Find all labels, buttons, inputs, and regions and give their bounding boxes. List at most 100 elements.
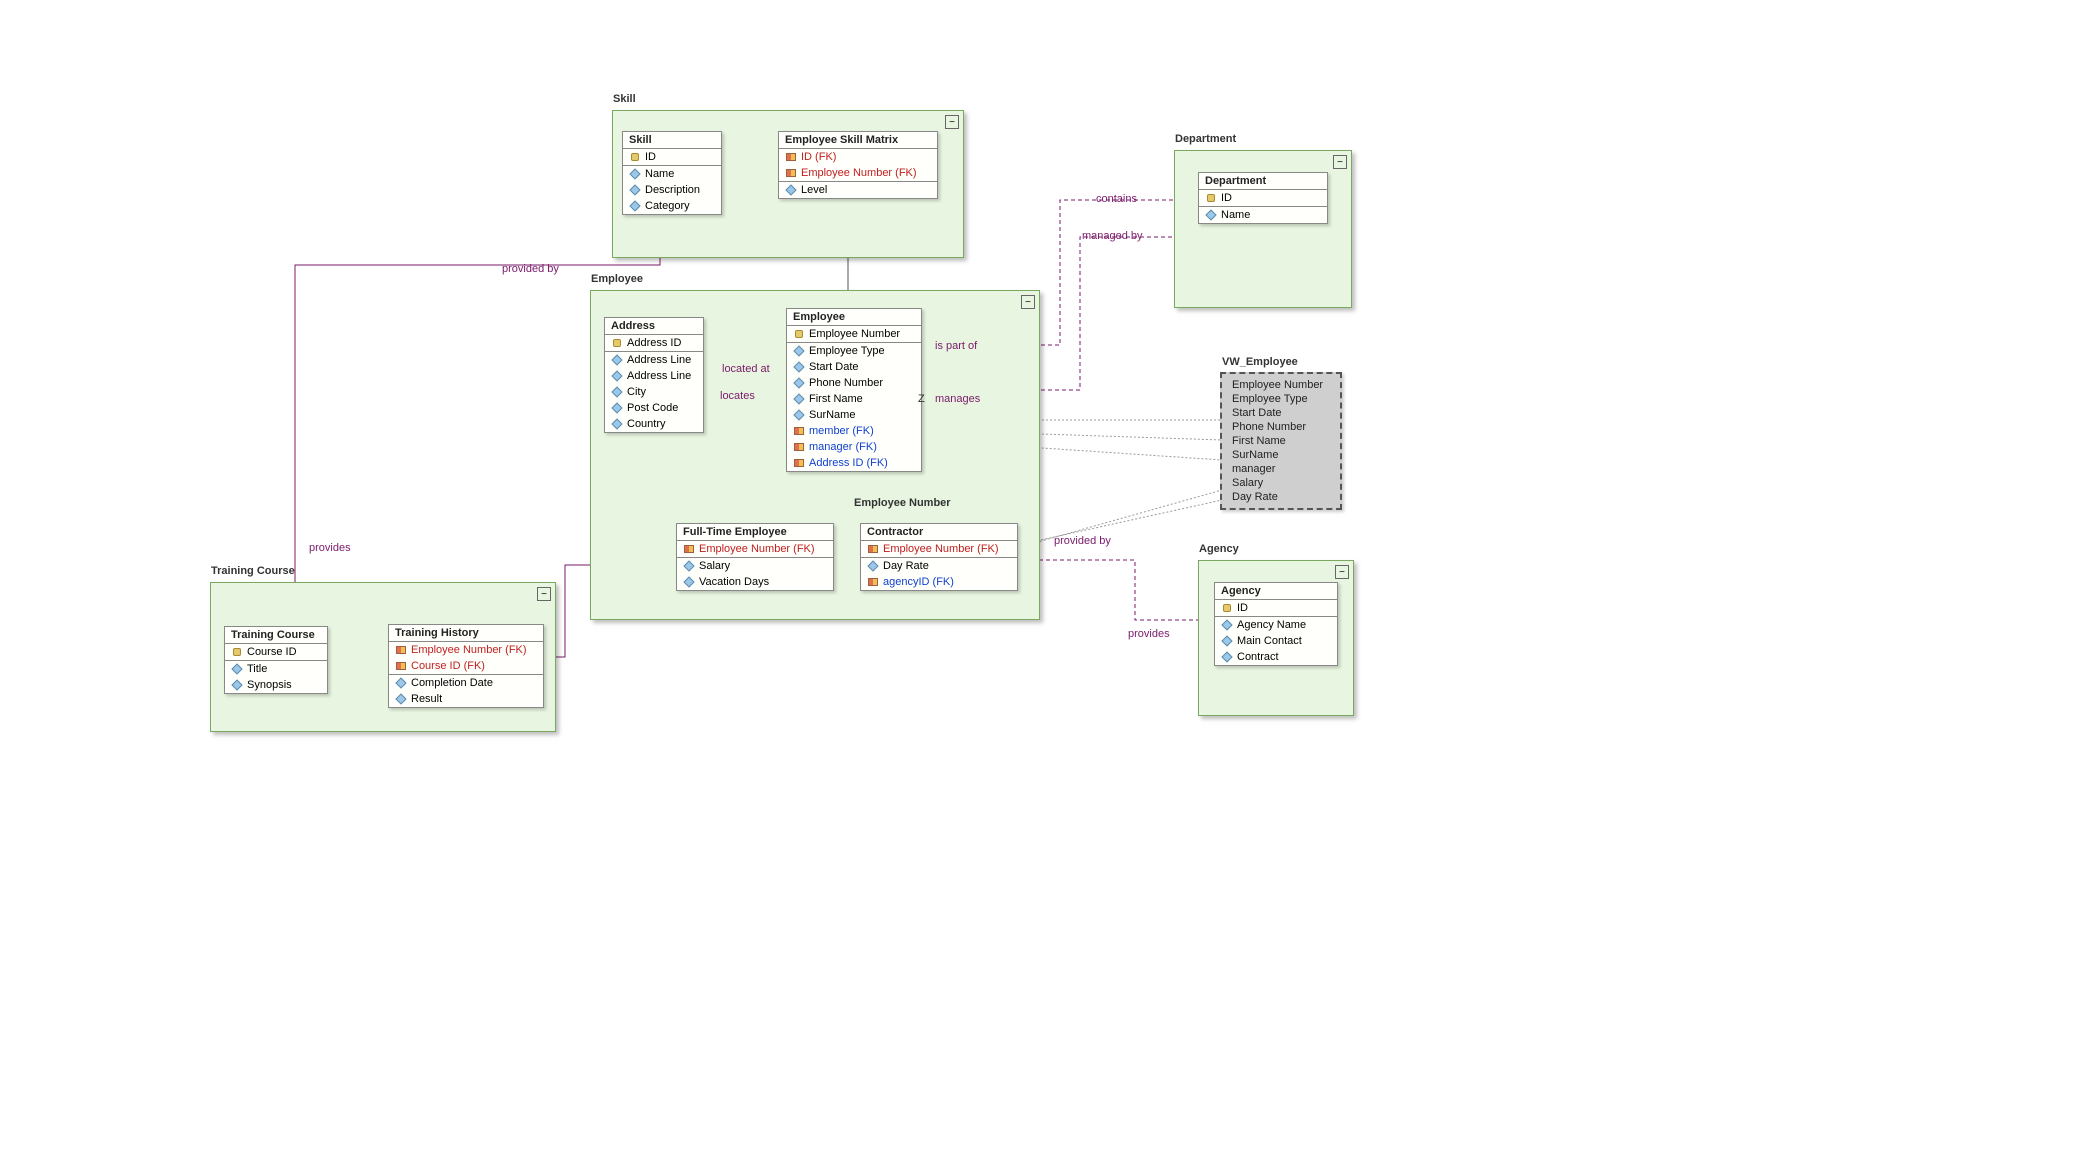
fk-icon xyxy=(793,425,805,437)
attr-label: Day Rate xyxy=(1232,491,1278,503)
collapse-icon[interactable]: − xyxy=(1335,565,1349,579)
attr-row: Employee Number (FK) xyxy=(677,541,833,557)
entity-skill[interactable]: Skill ID Name Description Category xyxy=(622,131,722,215)
attr-row: Completion Date xyxy=(389,675,543,691)
attr-row: Description xyxy=(623,182,721,198)
attr-row: Employee Type xyxy=(787,343,921,359)
key-icon xyxy=(611,337,623,349)
attr-label: Address ID (FK) xyxy=(809,457,888,469)
entity-esm-title: Employee Skill Matrix xyxy=(779,132,937,149)
attr-row: ID xyxy=(623,149,721,165)
attr-label: Salary xyxy=(699,560,730,572)
fk-icon xyxy=(683,543,695,555)
attr-row: ID xyxy=(1215,600,1337,616)
attr-label: Name xyxy=(1221,209,1250,221)
attr-label: ID xyxy=(1237,602,1248,614)
attr-row: Address Line xyxy=(605,352,703,368)
attr-label: Employee Type xyxy=(809,345,885,357)
entity-employee-title: Employee xyxy=(787,309,921,326)
attr-label: Employee Number xyxy=(809,328,900,340)
attr-row: Result xyxy=(389,691,543,707)
package-skill-label: Skill xyxy=(613,93,636,105)
attr-label: Name xyxy=(645,168,674,180)
entity-training-course[interactable]: Training Course Course ID Title Synopsis xyxy=(224,626,328,694)
diamond-icon xyxy=(611,418,623,430)
attr-label: Course ID xyxy=(247,646,297,658)
diamond-icon xyxy=(793,409,805,421)
attr-row: Start Date xyxy=(1230,406,1332,420)
entity-agency[interactable]: Agency ID Agency Name Main Contact Contr… xyxy=(1214,582,1338,666)
rel-is-part-of: is part of xyxy=(935,340,977,352)
discriminator-label: Employee Number xyxy=(854,497,951,509)
attr-label: Day Rate xyxy=(883,560,929,572)
rel-provides-2: provides xyxy=(1128,628,1170,640)
fk-icon xyxy=(785,167,797,179)
attr-row: Course ID xyxy=(225,644,327,660)
entity-fte-title: Full-Time Employee xyxy=(677,524,833,541)
attr-label: ID xyxy=(645,151,656,163)
fk-icon xyxy=(793,457,805,469)
attr-row: Level xyxy=(779,182,937,198)
attr-row: Name xyxy=(623,166,721,182)
attr-row: Address ID (FK) xyxy=(787,455,921,471)
attr-row: SurName xyxy=(1230,448,1332,462)
attr-label: Employee Number (FK) xyxy=(883,543,999,555)
attr-row: ID xyxy=(1199,190,1327,206)
attr-row: Phone Number xyxy=(787,375,921,391)
diamond-icon xyxy=(395,693,407,705)
entity-full-time-employee[interactable]: Full-Time Employee Employee Number (FK) … xyxy=(676,523,834,591)
fk-icon xyxy=(867,576,879,588)
attr-label: Employee Type xyxy=(1232,393,1308,405)
attr-row: Day Rate xyxy=(1230,490,1332,504)
fk-icon xyxy=(395,644,407,656)
attr-row: Employee Number (FK) xyxy=(389,642,543,658)
entity-employee[interactable]: Employee Employee Number Employee Type S… xyxy=(786,308,922,472)
rel-provided-by-2: provided by xyxy=(1054,535,1111,547)
attr-label: Post Code xyxy=(627,402,678,414)
attr-row: First Name xyxy=(1230,434,1332,448)
diamond-icon xyxy=(867,560,879,572)
collapse-icon[interactable]: − xyxy=(1333,155,1347,169)
attr-row: agencyID (FK) xyxy=(861,574,1017,590)
key-icon xyxy=(629,151,641,163)
entity-training-history[interactable]: Training History Employee Number (FK) Co… xyxy=(388,624,544,708)
collapse-icon[interactable]: − xyxy=(1021,295,1035,309)
attr-label: Employee Number xyxy=(1232,379,1323,391)
entity-employee-skill-matrix[interactable]: Employee Skill Matrix ID (FK) Employee N… xyxy=(778,131,938,199)
key-icon xyxy=(1221,602,1233,614)
attr-label: Completion Date xyxy=(411,677,493,689)
diamond-icon xyxy=(611,402,623,414)
attr-row: member (FK) xyxy=(787,423,921,439)
entity-department[interactable]: Department ID Name xyxy=(1198,172,1328,224)
attr-label: First Name xyxy=(1232,435,1286,447)
attr-row: Start Date xyxy=(787,359,921,375)
rel-z: Z xyxy=(918,393,925,405)
package-agency-label: Agency xyxy=(1199,543,1239,555)
attr-row: Salary xyxy=(677,558,833,574)
attr-row: Day Rate xyxy=(861,558,1017,574)
diamond-icon xyxy=(611,370,623,382)
package-training-label: Training Course xyxy=(211,565,295,577)
entity-contractor[interactable]: Contractor Employee Number (FK) Day Rate… xyxy=(860,523,1018,591)
package-department-label: Department xyxy=(1175,133,1236,145)
er-diagram-canvas: Skill − Skill ID Name Description Catego… xyxy=(0,0,2080,1174)
attr-label: Category xyxy=(645,200,690,212)
diamond-icon xyxy=(785,184,797,196)
key-icon xyxy=(1205,192,1217,204)
diamond-icon xyxy=(629,200,641,212)
attr-label: Main Contact xyxy=(1237,635,1302,647)
attr-label: Employee Number (FK) xyxy=(801,167,917,179)
attr-row: Name xyxy=(1199,207,1327,223)
key-icon xyxy=(793,328,805,340)
collapse-icon[interactable]: − xyxy=(537,587,551,601)
attr-row: Agency Name xyxy=(1215,617,1337,633)
rel-locates: locates xyxy=(720,390,755,402)
entity-address[interactable]: Address Address ID Address Line Address … xyxy=(604,317,704,433)
collapse-icon[interactable]: − xyxy=(945,115,959,129)
view-vw-employee[interactable]: VW_Employee Employee Number Employee Typ… xyxy=(1220,372,1342,510)
attr-label: Address Line xyxy=(627,370,691,382)
attr-row: Phone Number xyxy=(1230,420,1332,434)
attr-label: First Name xyxy=(809,393,863,405)
diamond-icon xyxy=(793,393,805,405)
attr-label: Phone Number xyxy=(809,377,883,389)
